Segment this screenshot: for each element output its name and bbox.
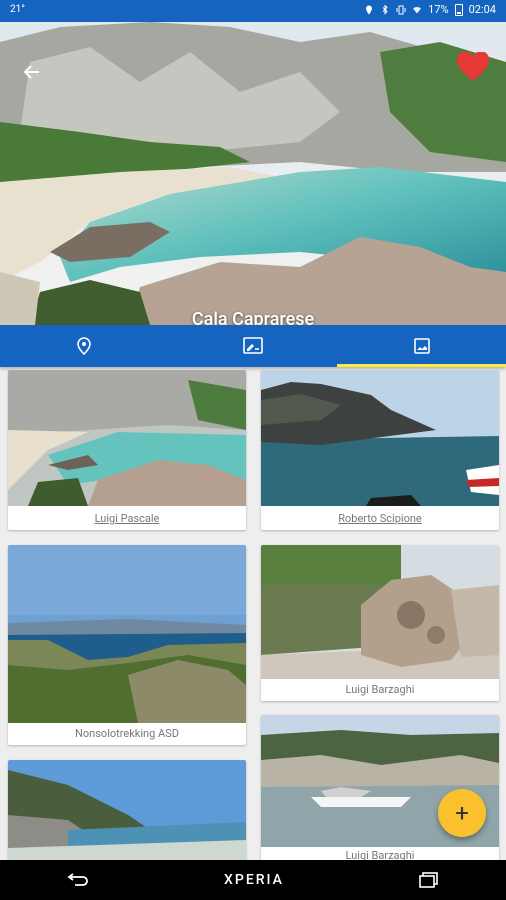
hero-image: Cala Caprarese [0, 22, 506, 325]
photo-author[interactable]: Luigi Barzaghi [261, 679, 499, 701]
edit-note-icon [243, 337, 263, 354]
plus-icon: + [455, 799, 469, 827]
tab-description[interactable] [169, 325, 338, 367]
bluetooth-icon [382, 4, 388, 15]
photo-gallery: Luigi Pascale Roberto Scipione Nonsolotr… [0, 370, 506, 860]
image-icon [413, 338, 430, 354]
photo-card[interactable]: Luigi Pascale [8, 370, 246, 530]
photo-thumbnail [261, 545, 499, 679]
nav-back-icon[interactable] [67, 873, 89, 887]
arrow-back-icon [23, 65, 39, 79]
photo-card[interactable]: Roberto Scipione [261, 370, 499, 530]
photo-thumbnail [8, 370, 246, 506]
status-time: 02:04 [468, 3, 496, 16]
wifi-off-icon [413, 6, 422, 13]
battery-icon [454, 3, 463, 16]
system-nav-bar: XPERIA [0, 860, 506, 900]
brand-logo[interactable]: XPERIA [224, 872, 284, 888]
heart-icon [456, 52, 490, 81]
add-photo-button[interactable]: + [438, 789, 486, 837]
status-temperature: 21° [10, 4, 25, 15]
battery-percent: 17% [428, 3, 449, 16]
photo-author[interactable]: Nonsolotrekking ASD [8, 723, 246, 745]
tab-bar [0, 325, 506, 367]
tab-photos[interactable] [337, 325, 506, 367]
photo-author[interactable]: Luigi Pascale [8, 508, 246, 530]
photo-author[interactable]: Luigi Barzaghi [261, 845, 499, 860]
photo-card[interactable]: Luigi Barzaghi [261, 545, 499, 701]
photo-card[interactable]: Nonsolotrekking ASD [8, 545, 246, 745]
place-title: Cala Caprarese [191, 309, 315, 325]
location-icon [366, 5, 373, 14]
location-pin-icon [77, 337, 92, 355]
beach-photo [0, 22, 506, 325]
tab-location[interactable] [0, 325, 169, 367]
vibrate-icon [396, 5, 406, 14]
back-button[interactable] [18, 58, 46, 86]
photo-author[interactable]: Roberto Scipione [261, 508, 499, 530]
photo-thumbnail [261, 370, 499, 506]
photo-thumbnail [8, 760, 246, 860]
photo-card[interactable]: Luigi Barzaghi [261, 715, 499, 860]
photo-thumbnail [8, 545, 246, 723]
status-bar: 21° 17% 02:04 [0, 0, 506, 22]
photo-card[interactable] [8, 760, 246, 860]
recent-apps-icon[interactable] [418, 872, 439, 888]
favorite-button[interactable] [456, 52, 490, 84]
